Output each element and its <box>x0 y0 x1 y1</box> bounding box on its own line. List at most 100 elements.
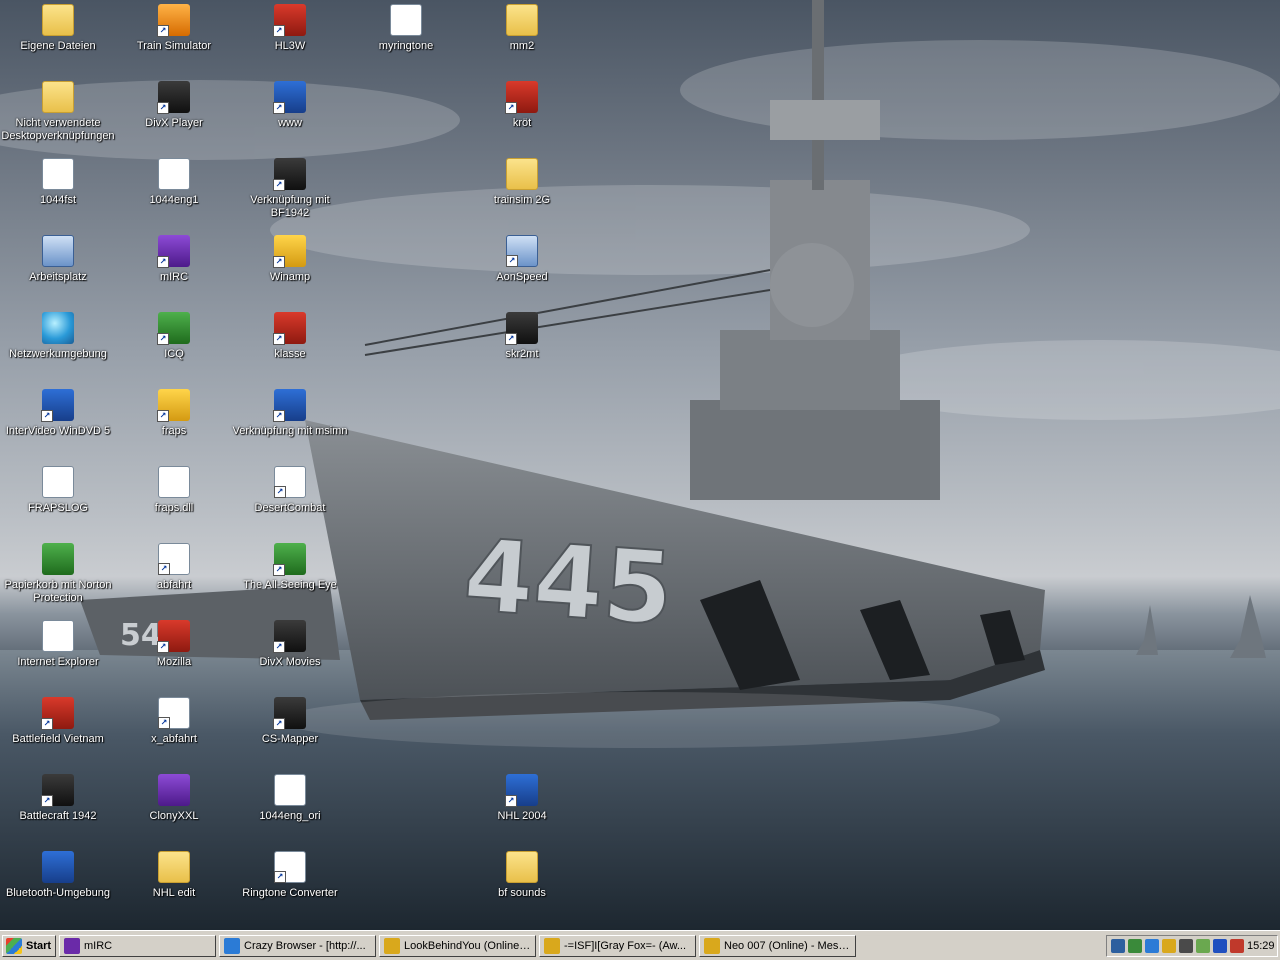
desktop-icon[interactable]: ↗ www <box>232 81 348 157</box>
desktop-icon[interactable]: myringtone <box>348 4 464 80</box>
outlook-express-icon: ↗ <box>273 389 306 422</box>
desktop-icon-label: 1044eng1 <box>149 194 199 206</box>
desktop-icon[interactable]: ↗ Winamp <box>232 235 348 311</box>
desktop-icon[interactable]: ↗ Ringtone Converter <box>232 851 348 927</box>
divx-player-icon: ↗ <box>157 81 190 114</box>
desktop-icon[interactable]: ↗ AonSpeed <box>464 235 580 311</box>
shortcut-arrow-icon: ↗ <box>273 179 285 191</box>
shortcut-arrow-icon: ↗ <box>41 410 53 422</box>
desktop-icon[interactable]: NHL edit <box>116 851 232 927</box>
tray-lan-icon[interactable] <box>1128 938 1142 953</box>
desktop-icon[interactable]: ↗ Train Simulator <box>116 4 232 80</box>
desktop-icon[interactable]: 1044eng_ori <box>232 774 348 850</box>
clock[interactable]: 15:29 <box>1247 940 1275 952</box>
desktop-icon-label: x_abfahrt <box>151 733 197 745</box>
desktop-icon[interactable]: ↗ abfahrt <box>116 543 232 619</box>
desktop-icon[interactable]: ↗ Verknüpfung mit msimn <box>232 389 348 465</box>
taskbar-button-label: -=ISF]I[Gray Fox=- (Aw... <box>564 939 687 952</box>
desktop-icon[interactable]: ↗ DivX Player <box>116 81 232 157</box>
desktop-icon-label: Verknüpfung mit BF1942 <box>250 194 330 219</box>
desktop-icon[interactable]: ↗ kröt <box>464 81 580 157</box>
folder-icon <box>42 81 74 113</box>
desktop-icon[interactable]: fraps.dll <box>116 466 232 542</box>
start-label: Start <box>26 939 52 952</box>
desktop-icon[interactable]: 1044fst <box>0 158 116 234</box>
train-simulator-icon: ↗ <box>157 4 190 37</box>
ship-hull-number: 445 <box>460 517 676 648</box>
desktop-icon[interactable]: ↗ Battlefield Vietnam <box>0 697 116 773</box>
desktop-icon[interactable]: ↗ skr2mt <box>464 312 580 388</box>
desktop-icon-label: InterVideo WinDVD 5 <box>5 425 111 437</box>
tray-antivirus-icon[interactable] <box>1230 938 1244 953</box>
desktop-icon[interactable]: FRAPSLOG <box>0 466 116 542</box>
taskbar-button[interactable]: Crazy Browser - [http://... <box>219 934 376 957</box>
tray-volume-icon[interactable] <box>1179 938 1193 953</box>
desktop-icon[interactable]: 1044eng1 <box>116 158 232 234</box>
tray-messenger-icon[interactable] <box>1162 938 1176 953</box>
shortcut-arrow-icon: ↗ <box>273 641 285 653</box>
desktop-icon[interactable]: ↗ CS-Mapper <box>232 697 348 773</box>
ringtone-converter-icon: ↗ <box>274 851 306 883</box>
desktop[interactable]: 54 445 Eigene Dateien Nicht verwendete De… <box>0 0 1280 930</box>
desktop-icon[interactable]: ↗ Mozilla <box>116 620 232 696</box>
desktop-icon[interactable]: Bluetooth-Umgebung <box>0 851 116 927</box>
desktop-icon[interactable]: ClonyXXL <box>116 774 232 850</box>
shortcut-arrow-icon: ↗ <box>41 795 53 807</box>
shortcut-arrow-icon: ↗ <box>273 410 285 422</box>
tray-bluetooth-icon[interactable] <box>1213 938 1227 953</box>
clonyxxl-icon <box>158 774 190 806</box>
desktop-icon[interactable]: ↗ x_abfahrt <box>116 697 232 773</box>
shortcut-arrow-icon: ↗ <box>157 25 169 37</box>
battlecraft-icon: ↗ <box>41 774 74 807</box>
desktop-icon-label: ICQ <box>164 348 184 360</box>
desktop-icon[interactable]: ↗ ICQ <box>116 312 232 388</box>
desktop-icon-label: trainsim 2G <box>493 194 551 206</box>
desktop-icon[interactable]: Netzwerkumgebung <box>0 312 116 388</box>
desktop-icon[interactable]: mm2 <box>464 4 580 80</box>
text-file-icon <box>42 466 74 498</box>
desktop-icon[interactable]: Internet Explorer <box>0 620 116 696</box>
tray-network-icon[interactable] <box>1111 938 1125 953</box>
taskbar-button[interactable]: mIRC <box>59 934 216 957</box>
desktop-icon[interactable]: ↗ Verknüpfung mit BF1942 <box>232 158 348 234</box>
desktop-icon[interactable]: ↗ DesertCombat <box>232 466 348 542</box>
folder-doc-icon <box>42 4 74 36</box>
desktop-icon-label: Nicht verwendete Desktopverknüpfungen <box>1 117 115 142</box>
shortcut-arrow-icon: ↗ <box>158 717 170 729</box>
tray-browser-icon[interactable] <box>1145 938 1159 953</box>
desktop-icon[interactable]: Eigene Dateien <box>0 4 116 80</box>
desktop-icon[interactable]: ↗ The All-Seeing Eye <box>232 543 348 619</box>
task-buttons: mIRC Crazy Browser - [http://... LookBehin… <box>59 934 859 957</box>
tray-norton-icon[interactable] <box>1196 938 1210 953</box>
cs-mapper-icon: ↗ <box>273 697 306 730</box>
start-button[interactable]: Start <box>2 934 56 957</box>
shortcut-arrow-icon: ↗ <box>157 333 169 345</box>
desktop-icon[interactable]: ↗ NHL 2004 <box>464 774 580 850</box>
desktop-icon[interactable]: trainsim 2G <box>464 158 580 234</box>
aonspeed-icon: ↗ <box>506 235 538 267</box>
document-icon <box>274 774 306 806</box>
desktop-icon[interactable]: ↗ HL3W <box>232 4 348 80</box>
crazy-browser-icon <box>224 937 240 954</box>
desktop-icon[interactable]: ↗ DivX Movies <box>232 620 348 696</box>
desktop-icon[interactable]: ↗ fraps <box>116 389 232 465</box>
desktop-icon-label: NHL 2004 <box>497 810 547 822</box>
desktop-icon-label: Arbeitsplatz <box>29 271 87 283</box>
desktop-icon[interactable]: ↗ Battlecraft 1942 <box>0 774 116 850</box>
taskbar-button[interactable]: Neo 007 (Online) - Mess... <box>699 934 856 957</box>
desktop-icon-label: NHL edit <box>152 887 196 899</box>
desktop-icon[interactable]: Nicht verwendete Desktopverknüpfungen <box>0 81 116 157</box>
dragon-icon: ↗ <box>505 81 538 114</box>
mirc-icon: ↗ <box>157 235 190 268</box>
desktop-icon[interactable]: ↗ mIRC <box>116 235 232 311</box>
taskbar-button[interactable]: LookBehindYou (Online) -... <box>379 934 536 957</box>
desktop-icon[interactable]: ↗ klasse <box>232 312 348 388</box>
desktop-icon[interactable]: bf sounds <box>464 851 580 927</box>
shortcut-arrow-icon: ↗ <box>41 718 53 730</box>
desktop-icon[interactable]: Papierkorb mit Norton Protection <box>0 543 116 619</box>
www-star-icon: ↗ <box>273 81 306 114</box>
folder-icon <box>506 4 538 36</box>
desktop-icon[interactable]: ↗ InterVideo WinDVD 5 <box>0 389 116 465</box>
taskbar-button[interactable]: -=ISF]I[Gray Fox=- (Aw... <box>539 934 696 957</box>
desktop-icon[interactable]: Arbeitsplatz <box>0 235 116 311</box>
